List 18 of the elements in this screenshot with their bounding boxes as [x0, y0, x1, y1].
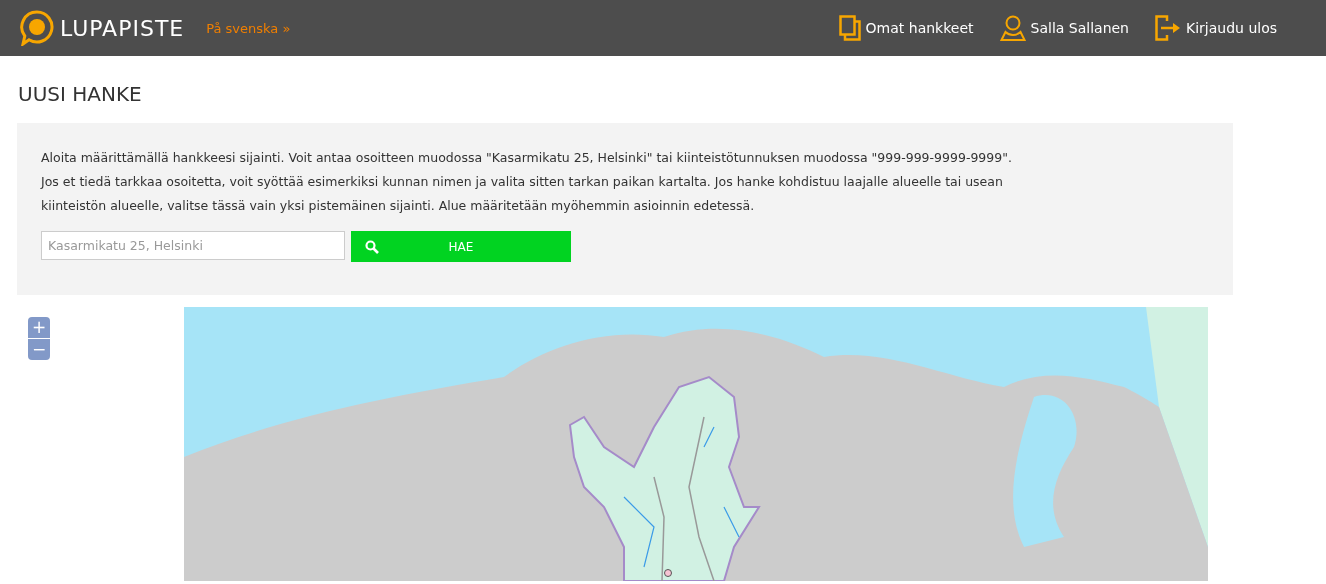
user-icon	[999, 15, 1026, 41]
instruction-text: Aloita määrittämällä hankkeesi sijainti. Voit antaa osoitteen muodossa "Kasarmikatu 25, Helsinki" tai kiinteistötunnuksen muodossa "999-999-9999-9999".	[41, 149, 1013, 167]
language-link[interactable]: På svenska »	[206, 20, 291, 36]
speech-bubble-logo-icon	[20, 10, 54, 46]
address-search-field[interactable]: Kasarmikatu 25, Helsinki	[41, 231, 345, 260]
page-title: UUSI HANKE	[18, 81, 143, 108]
documents-icon	[838, 15, 861, 41]
logout-icon	[1155, 15, 1181, 41]
zoom-in-button[interactable]: +	[28, 317, 50, 338]
search-button[interactable]: HAE	[351, 231, 571, 262]
nav-link[interactable]: Salla Sallanen	[999, 15, 1129, 41]
instruction-text: Jos et tiedä tarkkaa osoitetta, voit syöttää esimerkiksi kunnan nimen ja valita sitten tarkan paikan kartalta. Jos hanke kohdistuu laajalle alueelle tai usean kiinteistön alueelle, valitse tässä vain yksi pistemäinen sijainti. Alue määritetään myöhemmin asioinnin edetessä.	[41, 173, 1004, 215]
nav-link[interactable]: Kirjaudu ulos	[1155, 15, 1277, 41]
zoom-out-button[interactable]: −	[28, 339, 50, 360]
search-icon	[365, 239, 379, 254]
map-drawing[interactable]	[184, 307, 1208, 581]
nav-link[interactable]: Omat hankkeet	[838, 15, 974, 41]
logo-text: LUPAPISTE	[60, 15, 185, 41]
